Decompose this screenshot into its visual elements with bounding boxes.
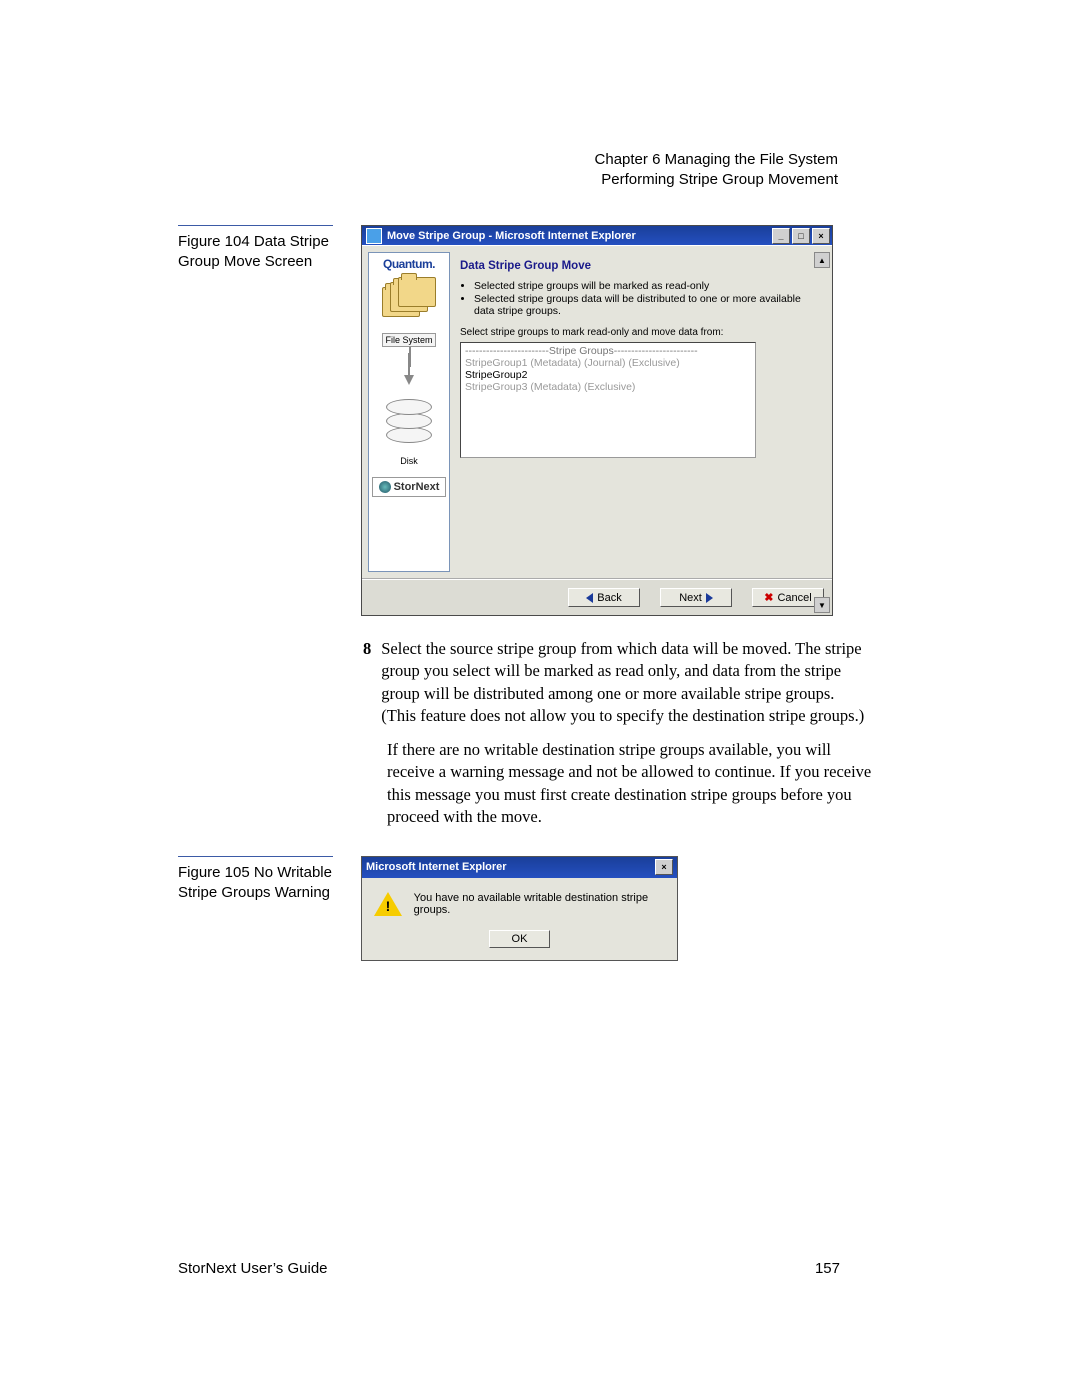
page-footer: StorNext User’s Guide 157 bbox=[178, 1260, 840, 1277]
brand-logo: Quantum. bbox=[372, 257, 446, 271]
next-button[interactable]: Next bbox=[660, 588, 732, 607]
disks-graphic bbox=[386, 399, 432, 447]
cancel-x-icon: ✖ bbox=[764, 591, 773, 604]
listbox-header: ------------------------Stripe Groups---… bbox=[463, 345, 753, 357]
folders-graphic bbox=[382, 277, 436, 327]
page-header: Chapter 6 Managing the File System Perfo… bbox=[595, 150, 838, 191]
msgbox-message: You have no available writable destinati… bbox=[414, 892, 665, 916]
back-button[interactable]: Back bbox=[568, 588, 640, 607]
ie-titlebar: Move Stripe Group - Microsoft Internet E… bbox=[362, 226, 832, 245]
figure-104-block: Figure 104 Data Stripe Group Move Screen… bbox=[178, 225, 925, 616]
close-button[interactable]: × bbox=[812, 228, 830, 244]
figure-104-screenshot: Move Stripe Group - Microsoft Internet E… bbox=[361, 225, 833, 616]
document-page: Chapter 6 Managing the File System Perfo… bbox=[0, 0, 1080, 1397]
disk-label: Disk bbox=[398, 455, 420, 467]
document-body-text: 8 Select the source stripe group from wh… bbox=[363, 638, 873, 828]
globe-icon bbox=[379, 481, 391, 493]
figure-105-caption: Figure 105 No Writable Stripe Groups War… bbox=[178, 856, 333, 904]
chapter-line: Chapter 6 Managing the File System bbox=[595, 150, 838, 170]
scroll-up-button[interactable]: ▲ bbox=[814, 252, 830, 268]
msgbox-titlebar: Microsoft Internet Explorer × bbox=[362, 857, 677, 878]
step-text: Select the source stripe group from whic… bbox=[381, 638, 873, 727]
fs-label: File System bbox=[382, 333, 435, 347]
stornext-logo: StorNext bbox=[372, 477, 446, 497]
minimize-button[interactable]: _ bbox=[772, 228, 790, 244]
bullet-2: Selected stripe groups data will be dist… bbox=[474, 293, 810, 317]
scroll-down-button[interactable]: ▼ bbox=[814, 597, 830, 613]
body-paragraph: If there are no writable destination str… bbox=[387, 739, 873, 828]
wizard-instruction: Select stripe groups to mark read-only a… bbox=[460, 327, 810, 338]
list-item[interactable]: StripeGroup2 bbox=[463, 369, 753, 381]
footer-left: StorNext User’s Guide bbox=[178, 1260, 328, 1277]
footer-page-number: 157 bbox=[815, 1260, 840, 1277]
back-arrow-icon bbox=[586, 593, 593, 603]
figure-105-screenshot: Microsoft Internet Explorer × ! You have… bbox=[361, 856, 678, 961]
ie-window-title: Move Stripe Group - Microsoft Internet E… bbox=[387, 230, 636, 242]
next-arrow-icon bbox=[706, 593, 713, 603]
msgbox-close-button[interactable]: × bbox=[655, 859, 673, 875]
msgbox-title: Microsoft Internet Explorer bbox=[366, 861, 507, 873]
ok-button[interactable]: OK bbox=[489, 930, 551, 948]
figure-104-caption: Figure 104 Data Stripe Group Move Screen bbox=[178, 225, 333, 616]
ie-app-icon bbox=[366, 228, 382, 244]
wizard-content: Data Stripe Group Move Selected stripe g… bbox=[456, 252, 826, 572]
message-box: Microsoft Internet Explorer × ! You have… bbox=[361, 856, 678, 961]
wizard-heading: Data Stripe Group Move bbox=[460, 260, 810, 272]
stripe-group-listbox[interactable]: ------------------------Stripe Groups---… bbox=[460, 342, 756, 458]
ie-body: ▲ Quantum. File System bbox=[362, 245, 832, 578]
ie-window: Move Stripe Group - Microsoft Internet E… bbox=[361, 225, 833, 616]
wizard-bullets: Selected stripe groups will be marked as… bbox=[474, 280, 810, 317]
list-item[interactable]: StripeGroup1 (Metadata) (Journal) (Exclu… bbox=[463, 357, 753, 369]
list-item[interactable]: StripeGroup3 (Metadata) (Exclusive) bbox=[463, 381, 753, 393]
section-line: Performing Stripe Group Movement bbox=[595, 170, 838, 190]
wizard-footer: Back Next ✖ Cancel ▼ bbox=[362, 578, 832, 615]
figure-105-block: Figure 105 No Writable Stripe Groups War… bbox=[178, 856, 925, 961]
msgbox-body: ! You have no available writable destina… bbox=[362, 878, 677, 930]
bullet-1: Selected stripe groups will be marked as… bbox=[474, 280, 810, 292]
warning-icon: ! bbox=[374, 892, 400, 916]
msgbox-footer: OK bbox=[362, 930, 677, 960]
maximize-button[interactable]: □ bbox=[792, 228, 810, 244]
wizard-sidebar: Quantum. File System Disk bbox=[368, 252, 450, 572]
step-number: 8 bbox=[363, 638, 371, 727]
